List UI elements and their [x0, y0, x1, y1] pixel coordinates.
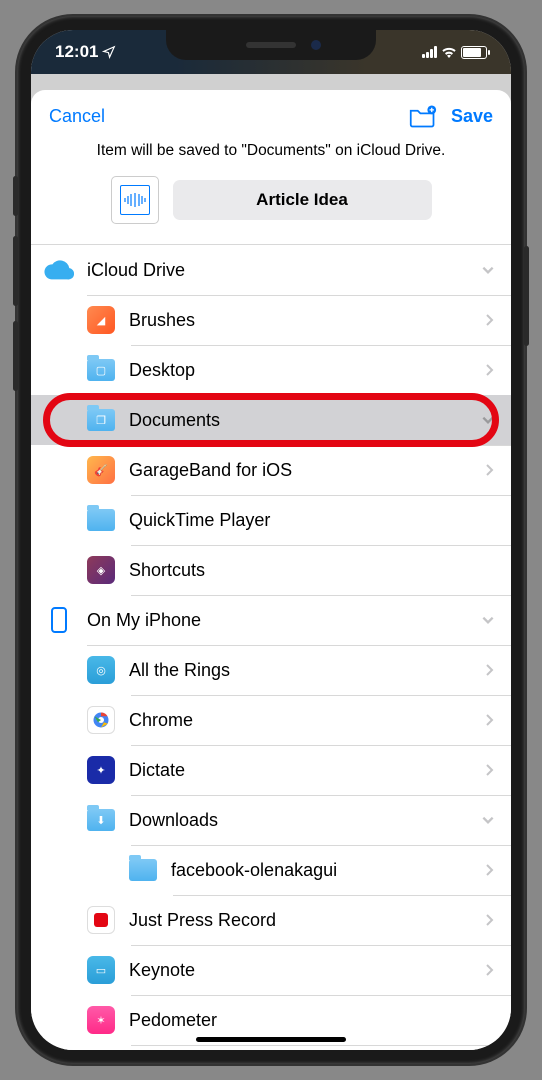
chevron-down-icon — [481, 813, 495, 827]
chevron-right-icon — [483, 713, 495, 727]
folder-desktop[interactable]: ▢ Desktop — [31, 345, 511, 395]
keynote-app-icon: ▭ — [87, 956, 115, 984]
shortcuts-app-icon: ◈ — [87, 556, 115, 584]
chevron-right-icon — [483, 463, 495, 477]
cloud-icon — [44, 260, 74, 280]
folder-just-press-record[interactable]: Just Press Record — [31, 895, 511, 945]
folder-label: All the Rings — [129, 660, 483, 681]
folder-icon — [87, 509, 115, 531]
location-list[interactable]: iCloud Drive ◢ Brushes ▢ Desktop ❐ Docu — [31, 245, 511, 1050]
item-name-field[interactable] — [173, 180, 432, 220]
volume-up — [13, 236, 18, 306]
folder-garageband[interactable]: 🎸 GarageBand for iOS — [31, 445, 511, 495]
folder-brushes[interactable]: ◢ Brushes — [31, 295, 511, 345]
garageband-app-icon: 🎸 — [87, 456, 115, 484]
cancel-button[interactable]: Cancel — [49, 106, 105, 127]
section-label: On My iPhone — [87, 610, 481, 631]
chevron-right-icon — [483, 763, 495, 777]
pedometer-app-icon: ✶ — [87, 1006, 115, 1034]
folder-icon: ⬇ — [87, 809, 115, 831]
folder-documents[interactable]: ❐ Documents — [31, 395, 511, 445]
section-label: iCloud Drive — [87, 260, 481, 281]
notch — [166, 30, 376, 60]
folder-label: Brushes — [129, 310, 483, 331]
volume-down — [13, 321, 18, 391]
folder-downloads[interactable]: ⬇ Downloads — [31, 795, 511, 845]
phone-frame: 12:01 Cancel — [17, 16, 525, 1064]
home-indicator[interactable] — [196, 1037, 346, 1042]
sheet-header: Cancel Save — [31, 90, 511, 138]
save-button[interactable]: Save — [451, 106, 493, 127]
chevron-down-icon — [481, 613, 495, 627]
folder-keynote[interactable]: ▭ Keynote — [31, 945, 511, 995]
status-time: 12:01 — [55, 42, 98, 62]
section-icloud-drive[interactable]: iCloud Drive — [31, 245, 511, 295]
chevron-down-icon — [481, 263, 495, 277]
screen: 12:01 Cancel — [31, 30, 511, 1050]
new-folder-icon[interactable] — [409, 104, 437, 128]
wifi-icon — [441, 46, 457, 58]
location-icon — [102, 45, 116, 59]
audio-waveform-icon — [124, 193, 146, 207]
folder-icon: ❐ — [87, 409, 115, 431]
folder-all-the-rings[interactable]: ◎ All the Rings — [31, 645, 511, 695]
folder-label: Documents — [129, 410, 481, 431]
folder-label: Chrome — [129, 710, 483, 731]
chrome-app-icon — [87, 706, 115, 734]
chevron-right-icon — [483, 913, 495, 927]
save-sheet: Cancel Save Item will be saved to "Docum… — [31, 90, 511, 1050]
folder-label: Downloads — [129, 810, 481, 831]
folder-label: Keynote — [129, 960, 483, 981]
folder-facebook[interactable]: facebook-olenakagui — [31, 845, 511, 895]
brushes-app-icon: ◢ — [87, 306, 115, 334]
folder-label: Dictate — [129, 760, 483, 781]
folder-icon — [129, 859, 157, 881]
folder-shortcuts[interactable]: ◈ Shortcuts — [31, 545, 511, 595]
chevron-right-icon — [483, 663, 495, 677]
chevron-down-icon — [481, 413, 495, 427]
battery-icon — [461, 46, 487, 59]
dictate-app-icon: ✦ — [87, 756, 115, 784]
folder-label: Pedometer — [129, 1010, 495, 1031]
cellular-signal-icon — [422, 46, 437, 58]
power-button — [524, 246, 529, 346]
folder-label: GarageBand for iOS — [129, 460, 483, 481]
folder-quicktime[interactable]: QuickTime Player — [31, 495, 511, 545]
folder-dictate[interactable]: ✦ Dictate — [31, 745, 511, 795]
folder-label: facebook-olenakagui — [171, 860, 483, 881]
record-app-icon — [87, 906, 115, 934]
item-preview — [31, 176, 511, 244]
folder-label: QuickTime Player — [129, 510, 495, 531]
chevron-right-icon — [483, 313, 495, 327]
folder-label: Shortcuts — [129, 560, 495, 581]
chevron-right-icon — [483, 863, 495, 877]
item-thumbnail — [111, 176, 159, 224]
chevron-right-icon — [483, 363, 495, 377]
mute-switch — [13, 176, 18, 216]
folder-chrome[interactable]: Chrome — [31, 695, 511, 745]
chevron-right-icon — [483, 963, 495, 977]
folder-icon: ▢ — [87, 359, 115, 381]
section-on-my-iphone[interactable]: On My iPhone — [31, 595, 511, 645]
iphone-icon — [51, 607, 67, 633]
rings-app-icon: ◎ — [87, 656, 115, 684]
folder-label: Desktop — [129, 360, 483, 381]
save-destination-text: Item will be saved to "Documents" on iCl… — [31, 138, 511, 176]
folder-label: Just Press Record — [129, 910, 483, 931]
